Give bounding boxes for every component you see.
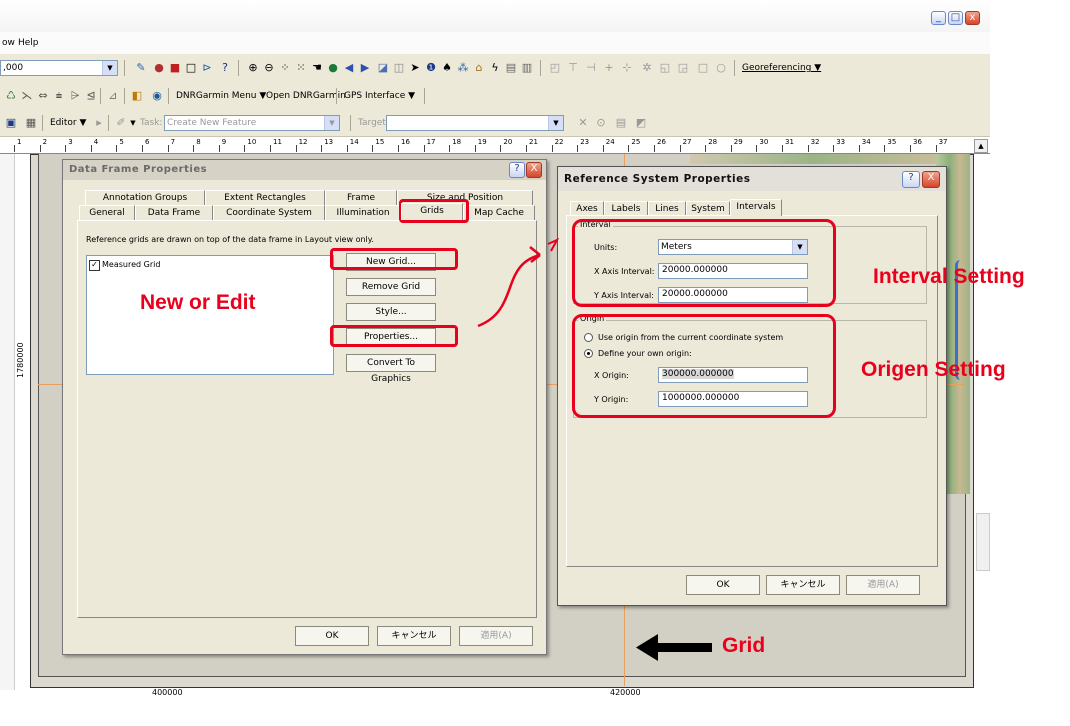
annotation-arrows: [477, 237, 712, 661]
arrow-head-right: [529, 246, 541, 263]
grid-arrow-shaft: [654, 643, 712, 652]
arrow-head-curve: [547, 237, 560, 252]
tab-grids[interactable]: Grids: [401, 203, 463, 220]
arrow-connector: [477, 253, 541, 328]
tab-intervals[interactable]: Intervals: [730, 199, 782, 216]
grid-arrow-head: [636, 634, 658, 661]
